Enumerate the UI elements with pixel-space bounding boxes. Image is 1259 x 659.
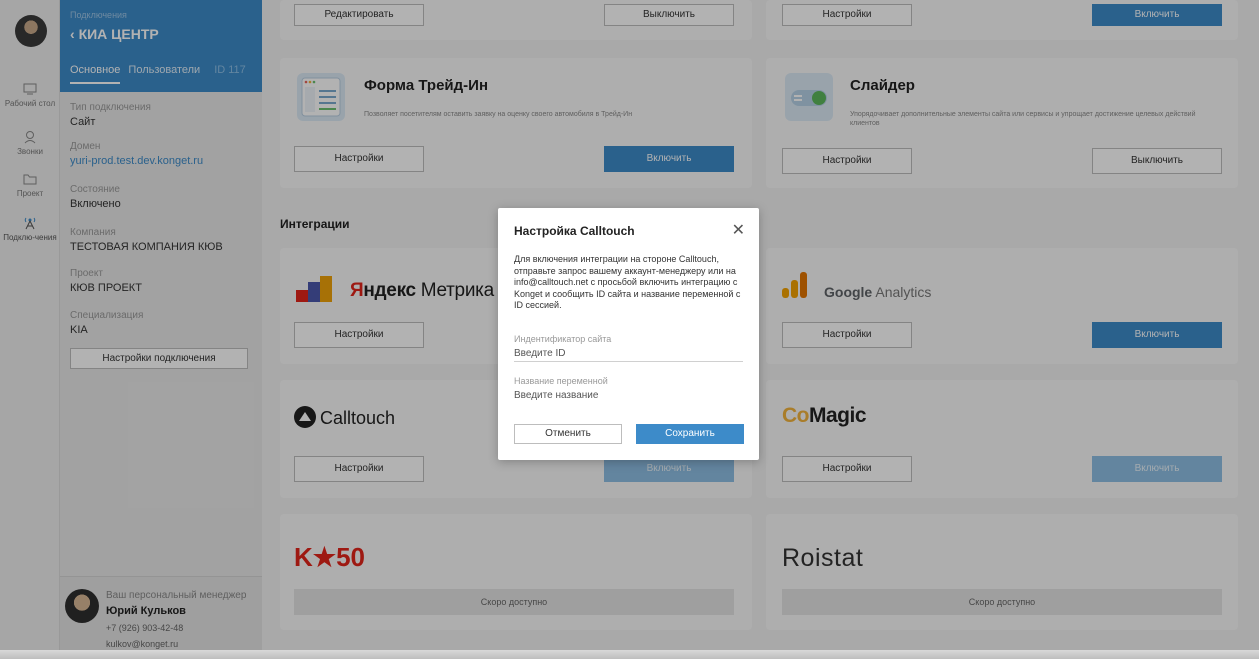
dialog-instructions: Для включения интеграции на стороне Call… — [514, 254, 741, 310]
window-bottom-edge — [0, 650, 1259, 659]
variable-name-input[interactable] — [514, 387, 743, 403]
calltouch-settings-dialog: Настройка Calltouch ✕ Для включения инте… — [498, 208, 759, 460]
site-id-input[interactable] — [514, 346, 743, 362]
site-id-label: Индентификатор сайта — [514, 334, 612, 344]
cancel-button[interactable]: Отменить — [514, 424, 622, 444]
variable-name-label: Название переменной — [514, 376, 608, 386]
save-button[interactable]: Сохранить — [636, 424, 744, 444]
dialog-title: Настройка Calltouch — [514, 224, 635, 238]
close-icon[interactable]: ✕ — [732, 220, 745, 240]
